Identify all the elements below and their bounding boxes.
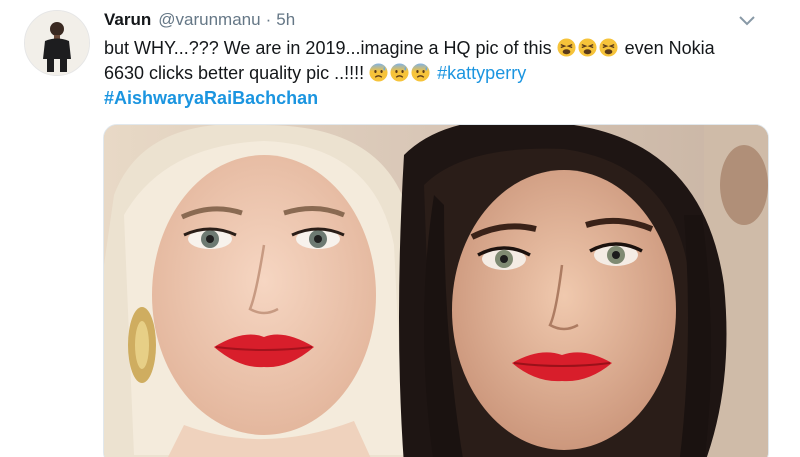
user-handle[interactable]: @varunmanu (158, 10, 260, 30)
anxious-face-with-sweat-emoji (411, 63, 430, 82)
hashtag-link[interactable]: #AishwaryaRaiBachchan (104, 88, 318, 108)
tired-face-emoji (599, 38, 618, 57)
tired-face-emoji (578, 38, 597, 57)
tired-face-emoji (557, 38, 576, 57)
separator: · (265, 10, 272, 29)
tweet-media-image[interactable] (103, 124, 769, 457)
tweet-card: Varun @varunmanu · 5h but WHY...??? We a… (0, 0, 800, 457)
anxious-face-with-sweat-emoji (390, 63, 409, 82)
hashtag-link[interactable]: #kattyperry (437, 63, 526, 83)
selfie-photo (104, 125, 768, 457)
tweet-line-2: 6630 clicks better quality pic ..!!!! #k… (104, 61, 768, 86)
avatar[interactable] (24, 10, 90, 76)
tweet-text-part: but WHY...??? We are in 2019...imagine a… (104, 38, 552, 58)
display-name[interactable]: Varun (104, 10, 151, 30)
timestamp[interactable]: 5h (276, 10, 295, 30)
tweet-text-part: 6630 clicks better quality pic ..!!!! (104, 63, 365, 83)
tweet-line-1: but WHY...??? We are in 2019...imagine a… (104, 36, 768, 61)
more-options-button[interactable] (736, 12, 758, 30)
avatar-image (25, 11, 89, 75)
anxious-face-with-sweat-emoji (369, 63, 388, 82)
chevron-down-icon (739, 16, 755, 26)
tweet-text: but WHY...??? We are in 2019...imagine a… (104, 36, 768, 111)
tweet-header: Varun @varunmanu · 5h (104, 10, 295, 34)
tweet-text-part: even Nokia (624, 38, 715, 58)
tweet-line-3: #AishwaryaRaiBachchan (104, 86, 768, 111)
